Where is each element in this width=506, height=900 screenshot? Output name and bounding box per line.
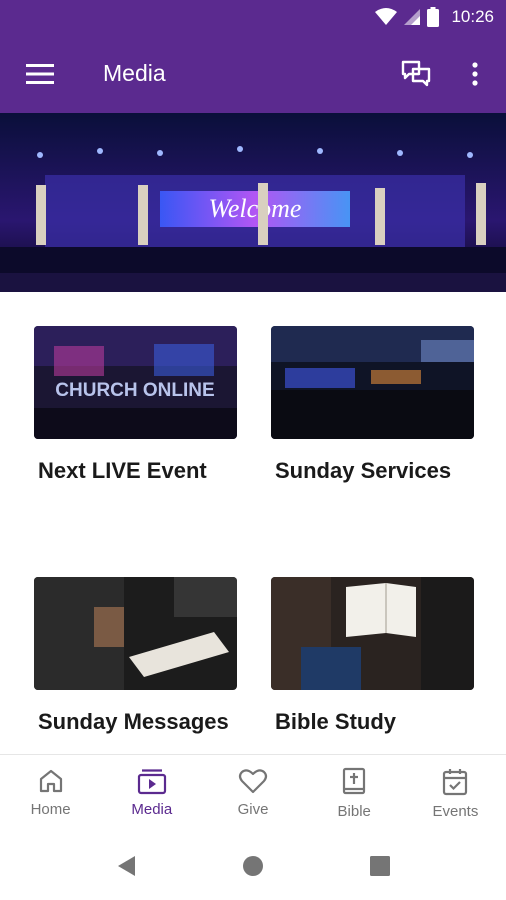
back-icon[interactable] xyxy=(118,856,135,876)
nav-item-bible[interactable]: Bible xyxy=(304,755,405,834)
heart-icon xyxy=(238,769,268,794)
card-label: Bible Study xyxy=(275,709,397,734)
nav-label: Bible xyxy=(337,803,371,820)
hamburger-menu-icon xyxy=(26,64,54,84)
home-icon xyxy=(39,769,62,793)
media-card-sunday-services[interactable]: Sunday Services xyxy=(271,326,474,485)
card-thumbnail xyxy=(271,326,474,439)
media-card-next-live-event[interactable]: CHURCH ONLINE Next LIVE Event xyxy=(34,326,237,485)
calendar-check-icon xyxy=(443,769,468,796)
nav-label: Give xyxy=(237,801,269,818)
chat-icon xyxy=(401,60,431,87)
status-bar: 10:26 xyxy=(0,0,506,34)
nav-label: Home xyxy=(30,801,71,818)
battery-icon xyxy=(427,7,440,27)
bottom-navigation: Home Media Give Bible Events xyxy=(0,754,506,834)
nav-item-home[interactable]: Home xyxy=(0,755,101,834)
wifi-icon xyxy=(375,8,398,25)
stage-photo: Welcome xyxy=(0,113,506,292)
card-thumb-text: CHURCH ONLINE xyxy=(55,380,214,401)
home-circle-icon[interactable] xyxy=(243,856,263,876)
nav-item-media[interactable]: Media xyxy=(101,755,202,834)
media-grid: CHURCH ONLINE Next LIVE Event Sunday Ser… xyxy=(0,292,506,754)
nav-item-events[interactable]: Events xyxy=(405,755,506,834)
nav-item-give[interactable]: Give xyxy=(202,755,303,834)
recents-icon[interactable] xyxy=(370,856,390,876)
page-title: Media xyxy=(103,60,166,86)
menu-button[interactable] xyxy=(22,56,58,92)
bible-icon xyxy=(343,767,366,795)
system-nav-icons xyxy=(118,856,390,876)
status-time: 10:26 xyxy=(451,7,494,26)
signal-icon xyxy=(404,9,421,25)
chat-button[interactable] xyxy=(396,56,436,92)
app-bar: Media xyxy=(0,34,506,113)
card-thumbnail: CHURCH ONLINE xyxy=(34,326,237,439)
nav-label: Events xyxy=(432,803,479,820)
media-icon xyxy=(137,769,166,795)
more-vert-icon xyxy=(472,62,478,86)
media-card-bible-study[interactable]: Bible Study xyxy=(271,577,474,736)
card-label: Next LIVE Event xyxy=(38,458,207,483)
card-thumbnail xyxy=(271,577,474,690)
more-options-button[interactable] xyxy=(460,56,490,92)
nav-label: Media xyxy=(131,801,173,818)
hero-banner[interactable]: Welcome xyxy=(0,113,506,292)
card-label: Sunday Services xyxy=(275,458,452,483)
system-navigation-bar xyxy=(0,834,506,900)
card-label: Sunday Messages xyxy=(38,709,229,734)
card-thumbnail xyxy=(34,577,237,690)
media-card-sunday-messages[interactable]: Sunday Messages xyxy=(34,577,237,736)
hero-screen-text: Welcome xyxy=(209,194,302,223)
